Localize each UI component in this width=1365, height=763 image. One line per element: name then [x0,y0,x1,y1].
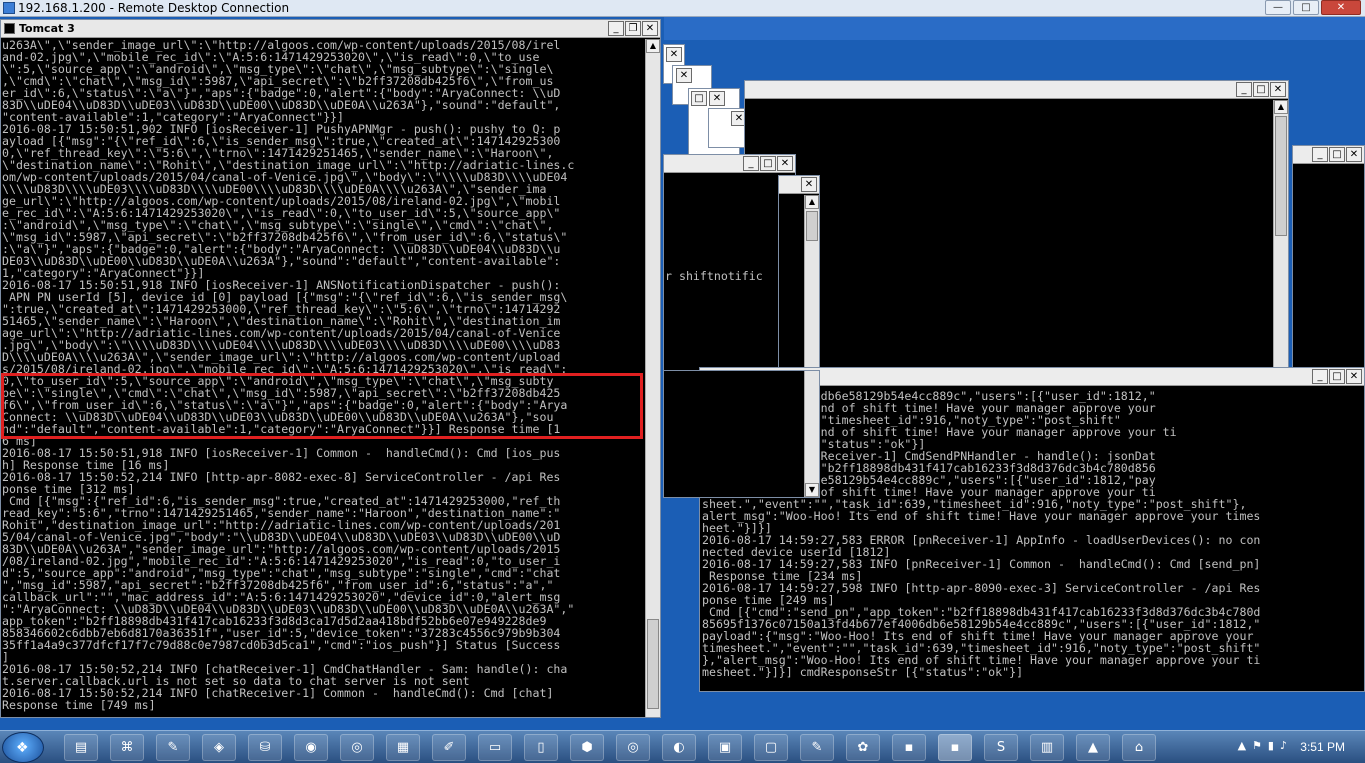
tray-network-icon[interactable]: ▮ [1268,739,1274,752]
close-icon[interactable]: ✕ [666,47,682,62]
taskbar-app-cmd-active[interactable]: ▪ [938,734,972,761]
console-line: alert_msg":"Woo-Hoo! Its end of shift ti… [702,509,1261,523]
close-icon[interactable]: ✕ [1270,82,1286,97]
taskbar-app-winrar[interactable]: ▥ [1030,734,1064,761]
maximize-icon[interactable]: □ [1329,147,1345,162]
console-line: 35ff1a4a9c377dfcf17f7c79d88c0e7987cd0b3d… [2,638,561,652]
window-title: Tomcat 3 [19,22,75,35]
maximize-icon[interactable]: □ [1253,82,1269,97]
restore-icon[interactable]: ❐ [625,21,641,36]
minimize-icon[interactable]: _ [1312,369,1328,384]
scroll-down-icon[interactable]: ▼ [805,483,819,497]
scroll-up-icon[interactable]: ▲ [1274,100,1288,114]
windows-icon: ❖ [16,740,29,756]
system-tray: ▲ ⚑ ▮ ♪ [1238,739,1287,752]
tray-chevron-icon[interactable]: ▲ [1238,739,1246,752]
console-window-far-right[interactable]: _ □ ✕ [1292,145,1365,370]
taskbar-app-image[interactable]: ▣ [708,734,742,761]
close-icon[interactable]: ✕ [1346,369,1362,384]
taskbar-app-box[interactable]: ⬢ [570,734,604,761]
taskbar-app-paint[interactable]: ✿ [846,734,880,761]
close-icon[interactable]: ✕ [676,68,692,83]
start-button[interactable]: ❖ [2,732,44,763]
taskbar-app-tool[interactable]: ✎ [156,734,190,761]
minimize-icon[interactable]: _ [1236,82,1252,97]
taskbar-app-skype[interactable]: S [984,734,1018,761]
rdp-title: 192.168.1.200 - Remote Desktop Connectio… [18,1,290,15]
rdp-icon [3,2,15,14]
tray-flag-icon[interactable]: ⚑ [1252,739,1262,752]
console-icon [4,23,15,34]
taskbar-app-calc[interactable]: ▦ [386,734,420,761]
maximize-icon[interactable]: □ [1329,369,1345,384]
taskbar-app-doc[interactable]: ▯ [524,734,558,761]
console-window-tomcat[interactable]: Tomcat 3 _ ❐ ✕ u263A\",\"sender_image_ur… [0,19,661,718]
taskbar-app-network[interactable]: ⌂ [1122,734,1156,761]
console-line: mesheet."}]}] cmdResponseStr [{"status":… [702,665,1024,679]
scroll-up-icon[interactable]: ▲ [646,39,660,53]
close-icon[interactable]: ✕ [1346,147,1362,162]
taskbar-app-db[interactable]: ⛁ [248,734,282,761]
taskbar-app-monitor[interactable]: ▢ [754,734,788,761]
taskbar-app-tool-2[interactable]: ◐ [662,734,696,761]
console-window-back[interactable]: _ □ ✕ ▲ [744,80,1289,370]
rdp-title-bar[interactable]: 192.168.1.200 - Remote Desktop Connectio… [0,0,1365,17]
scroll-thumb[interactable] [647,619,659,709]
rdp-minimize-button[interactable]: — [1265,0,1291,15]
taskbar-app-explorer[interactable]: ▤ [64,734,98,761]
vertical-scrollbar[interactable]: ▼ [804,371,819,497]
close-icon[interactable]: ✕ [709,91,725,106]
highlight-box [1,373,643,439]
minimize-icon[interactable]: _ [1312,147,1328,162]
console-line: Response time [749 ms] [2,698,156,712]
taskbar-app-vlc[interactable]: ▲ [1076,734,1110,761]
taskbar-app-edit[interactable]: ✎ [800,734,834,761]
taskbar-app-files[interactable]: ▭ [478,734,512,761]
taskbar: ❖ ▤ ⌘ ✎ ◈ ⛁ ◉ ◎ ▦ ✐ ▭ ▯ ⬢ ◎ ◐ ▣ ▢ ✎ ✿ ▪ … [0,730,1365,763]
desktop-background-strip [664,17,1365,40]
scroll-up-icon[interactable]: ▲ [805,195,819,209]
taskbar-app-chrome[interactable]: ◎ [340,734,374,761]
rdp-maximize-button[interactable]: □ [1293,0,1319,15]
minimize-icon[interactable]: _ [608,21,624,36]
minimize-icon[interactable]: _ [743,156,759,171]
taskbar-app-xampp[interactable]: ⌘ [110,734,144,761]
console-window-mid-overlap: ▼ [663,370,820,498]
tray-volume-icon[interactable]: ♪ [1280,739,1287,752]
taskbar-clock[interactable]: 3:51 PM [1300,740,1345,754]
close-icon[interactable]: ✕ [642,21,658,36]
scroll-thumb[interactable] [1275,116,1287,236]
taskbar-app-notes[interactable]: ✐ [432,734,466,761]
taskbar-app-chrome-2[interactable]: ◎ [616,734,650,761]
taskbar-app-folder[interactable]: ◈ [202,734,236,761]
close-icon[interactable]: ✕ [801,177,817,192]
taskbar-app-cmd[interactable]: ▪ [892,734,926,761]
restore-icon[interactable]: □ [691,91,707,106]
vertical-scrollbar[interactable]: ▲ [645,39,660,717]
taskbar-app-eclipse[interactable]: ◉ [294,734,328,761]
rdp-close-button[interactable]: ✕ [1321,0,1361,15]
close-icon[interactable]: ✕ [777,156,793,171]
vertical-scrollbar[interactable]: ▲ [1273,100,1288,369]
scroll-thumb[interactable] [806,211,818,241]
maximize-icon[interactable]: □ [760,156,776,171]
